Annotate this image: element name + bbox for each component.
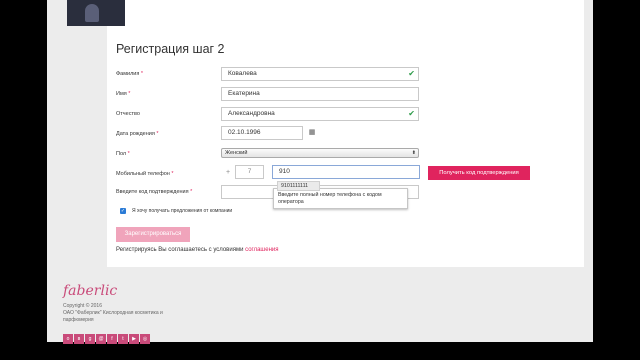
page-title: Регистрация шаг 2 xyxy=(116,42,225,56)
instagram-icon[interactable]: ◎ xyxy=(140,334,150,344)
middle-name-field[interactable]: Александровна ✔ xyxy=(221,107,419,121)
code-label: Введите код подтверждения * xyxy=(116,189,193,195)
twitter-icon[interactable]: t xyxy=(118,334,128,344)
birthdate-label: Дата рождения * xyxy=(116,131,159,137)
footer-copyright: Copyright © 2016 ОАО "Фаберлик" Кислородн… xyxy=(63,303,163,323)
avatar xyxy=(67,0,125,26)
autocomplete-suggestion[interactable]: 9101111111 xyxy=(277,181,320,191)
vk-icon[interactable]: в xyxy=(74,334,84,344)
check-icon: ✔ xyxy=(408,69,415,78)
mailru-icon[interactable]: @ xyxy=(96,334,106,344)
offers-checkbox[interactable]: ✓ xyxy=(120,208,126,214)
phone-tooltip: Введите полный номер телефона с кодом оп… xyxy=(273,188,408,209)
get-code-button[interactable]: Получить код подтверждения xyxy=(428,166,530,180)
first-name-field[interactable]: Екатерина xyxy=(221,87,419,101)
country-code-field[interactable]: 7 xyxy=(235,165,264,179)
youtube-icon[interactable]: ▶ xyxy=(129,334,139,344)
faberlic-logo[interactable]: faberlic xyxy=(63,283,117,299)
birthdate-field[interactable]: 02.10.1996 xyxy=(221,126,303,140)
gender-select[interactable]: Женский ⬍ xyxy=(221,148,419,158)
register-button[interactable]: Зарегистрироваться xyxy=(116,227,190,242)
chevron-down-icon: ⬍ xyxy=(411,150,416,156)
agreement-text: Регистрируясь Вы соглашаетесь с условиям… xyxy=(116,247,279,253)
googleplus-icon[interactable]: g xyxy=(85,334,95,344)
check-icon: ✔ xyxy=(408,109,415,118)
phone-label: Мобильный телефон * xyxy=(116,171,174,177)
calendar-icon[interactable]: ▦ xyxy=(306,126,318,140)
facebook-icon[interactable]: f xyxy=(107,334,117,344)
phone-prefix: + xyxy=(225,169,231,176)
last-name-field[interactable]: Ковалева ✔ xyxy=(221,67,419,81)
last-name-label: Фамилия * xyxy=(116,71,144,77)
phone-field[interactable]: 910 xyxy=(272,165,420,179)
agreement-link[interactable]: соглашения xyxy=(245,247,278,253)
first-name-label: Имя * xyxy=(116,91,131,97)
middle-name-label: Отчество xyxy=(116,111,140,117)
odnoklassniki-icon[interactable]: о xyxy=(63,334,73,344)
offers-label: Я хочу получать предложения от компании xyxy=(132,208,233,214)
gender-label: Пол * xyxy=(116,151,130,157)
social-links: о в g @ f t ▶ ◎ xyxy=(63,334,150,344)
